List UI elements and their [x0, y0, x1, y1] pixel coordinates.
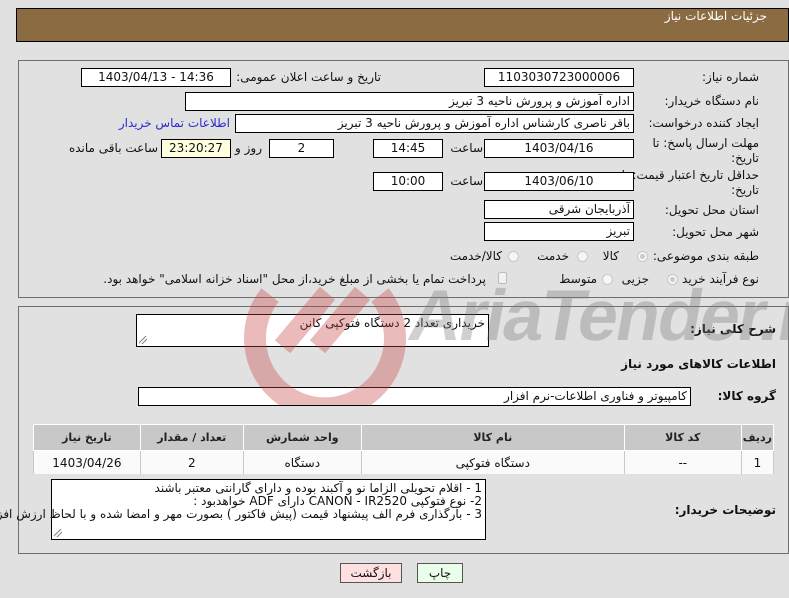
goods-group-field[interactable]: کامپیوتر و فناوری اطلاعات-نرم افزار [138, 387, 691, 406]
cell-unit: دستگاه [242, 450, 362, 476]
need-number-field[interactable]: 1103030723000006 [484, 68, 634, 87]
cell-date: 1403/04/26 [33, 450, 141, 476]
response-deadline-date[interactable]: 1403/04/16 [484, 139, 634, 158]
buyer-contact-link[interactable]: اطلاعات تماس خریدار [119, 116, 230, 130]
items-table-header: ردیف کد کالا نام کالا واحد شمارش تعداد /… [33, 424, 775, 451]
delivery-province-label: استان محل تحویل: [664, 203, 759, 217]
radio-minor-label: جزیی [621, 272, 649, 286]
remaining-time-label: ساعت باقی مانده [68, 141, 158, 155]
radio-service[interactable] [577, 251, 588, 262]
announce-datetime-field[interactable]: 1403/04/13 - 14:36 [81, 68, 231, 87]
price-validity-time[interactable]: 10:00 [373, 172, 443, 191]
print-button[interactable]: چاپ [417, 563, 463, 583]
col-qty: تعداد / مقدار [139, 424, 244, 451]
col-row: ردیف [740, 424, 775, 451]
description-text: خریداری تعداد 2 دستگاه فتوکپی کانن [299, 316, 485, 330]
delivery-city-label: شهر محل تحویل: [672, 225, 759, 239]
days-label: روز و [235, 141, 262, 155]
requester-field[interactable]: باقر ناصری کارشناس اداره آموزش و پرورش ن… [235, 114, 634, 133]
page-title: جزئیات اطلاعات نیاز [664, 9, 767, 23]
price-validity-label: حداقل تاریخ اعتبار قیمت: تا تاریخ: [621, 168, 759, 197]
price-validity-date[interactable]: 1403/06/10 [484, 172, 634, 191]
col-date: تاریخ نیاز [33, 424, 141, 451]
purchase-type-label: نوع فرآیند خرید : [674, 272, 759, 286]
table-row: 1 -- دستگاه فتوکپی دستگاه 2 1403/04/26 [33, 450, 775, 476]
col-name: نام کالا [360, 424, 625, 451]
resize-grip-icon[interactable] [139, 336, 147, 344]
radio-goods-service[interactable] [508, 251, 519, 262]
cell-qty: 2 [139, 450, 244, 476]
buyer-notes-label: توضیحات خریدار: [674, 503, 776, 517]
delivery-province-field[interactable]: آذربایجان شرقی [484, 200, 634, 219]
radio-service-label: خدمت [537, 249, 569, 263]
goods-section-title: اطلاعات کالاهای مورد نیاز [621, 357, 776, 371]
back-button[interactable]: بازگشت [340, 563, 402, 583]
goods-group-label: گروه کالا: [717, 389, 776, 403]
resize-grip-icon[interactable] [54, 529, 62, 537]
col-unit: واحد شمارش [242, 424, 362, 451]
radio-medium-label: متوسط [559, 272, 597, 286]
items-table: ردیف کد کالا نام کالا واحد شمارش تعداد /… [33, 424, 775, 476]
response-deadline-label: مهلت ارسال پاسخ: تا تاریخ: [652, 136, 759, 165]
radio-minor[interactable] [667, 274, 678, 285]
radio-goods-label: کالا [602, 249, 619, 263]
buyer-org-label: نام دستگاه خریدار: [664, 94, 760, 108]
cell-row: 1 [740, 450, 775, 476]
radio-goods-service-label: کالا/خدمت [449, 249, 502, 263]
remaining-days[interactable]: 2 [269, 139, 334, 158]
treasury-checkbox[interactable] [498, 272, 507, 284]
subject-category-label: طبقه بندی موضوعی: [652, 249, 759, 263]
delivery-city-field[interactable]: تبریز [484, 222, 634, 241]
requester-label: ایجاد کننده درخواست: [648, 116, 759, 130]
remaining-time[interactable]: 23:20:27 [161, 139, 231, 158]
description-label: شرح کلی نیاز: [690, 322, 776, 336]
radio-goods[interactable] [637, 251, 648, 262]
description-textarea[interactable]: خریداری تعداد 2 دستگاه فتوکپی کانن [136, 314, 489, 347]
price-validity-time-label: ساعت [450, 174, 483, 188]
cell-code: -- [623, 450, 742, 476]
announce-datetime-label: تاریخ و ساعت اعلان عمومی: [236, 70, 381, 84]
treasury-note: پرداخت تمام یا بخشی از مبلغ خرید،از محل … [103, 272, 486, 286]
buyer-notes-textarea[interactable]: 1 - اقلام تحویلی الزاما نو و آکبند بوده … [0, 479, 486, 540]
response-time-label: ساعت [450, 141, 483, 155]
col-code: کد کالا [623, 424, 742, 451]
radio-medium[interactable] [602, 274, 613, 285]
need-number-label: شماره نیاز: [702, 70, 759, 84]
buyer-org-field[interactable]: اداره آموزش و پرورش ناحیه 3 تبریز [185, 92, 634, 111]
note-line-3: 3 - بارگذاری فرم الف پیشنهاد قیمت (پیش ف… [0, 507, 482, 521]
cell-name: دستگاه فتوکپی [360, 450, 625, 476]
response-deadline-time[interactable]: 14:45 [373, 139, 443, 158]
